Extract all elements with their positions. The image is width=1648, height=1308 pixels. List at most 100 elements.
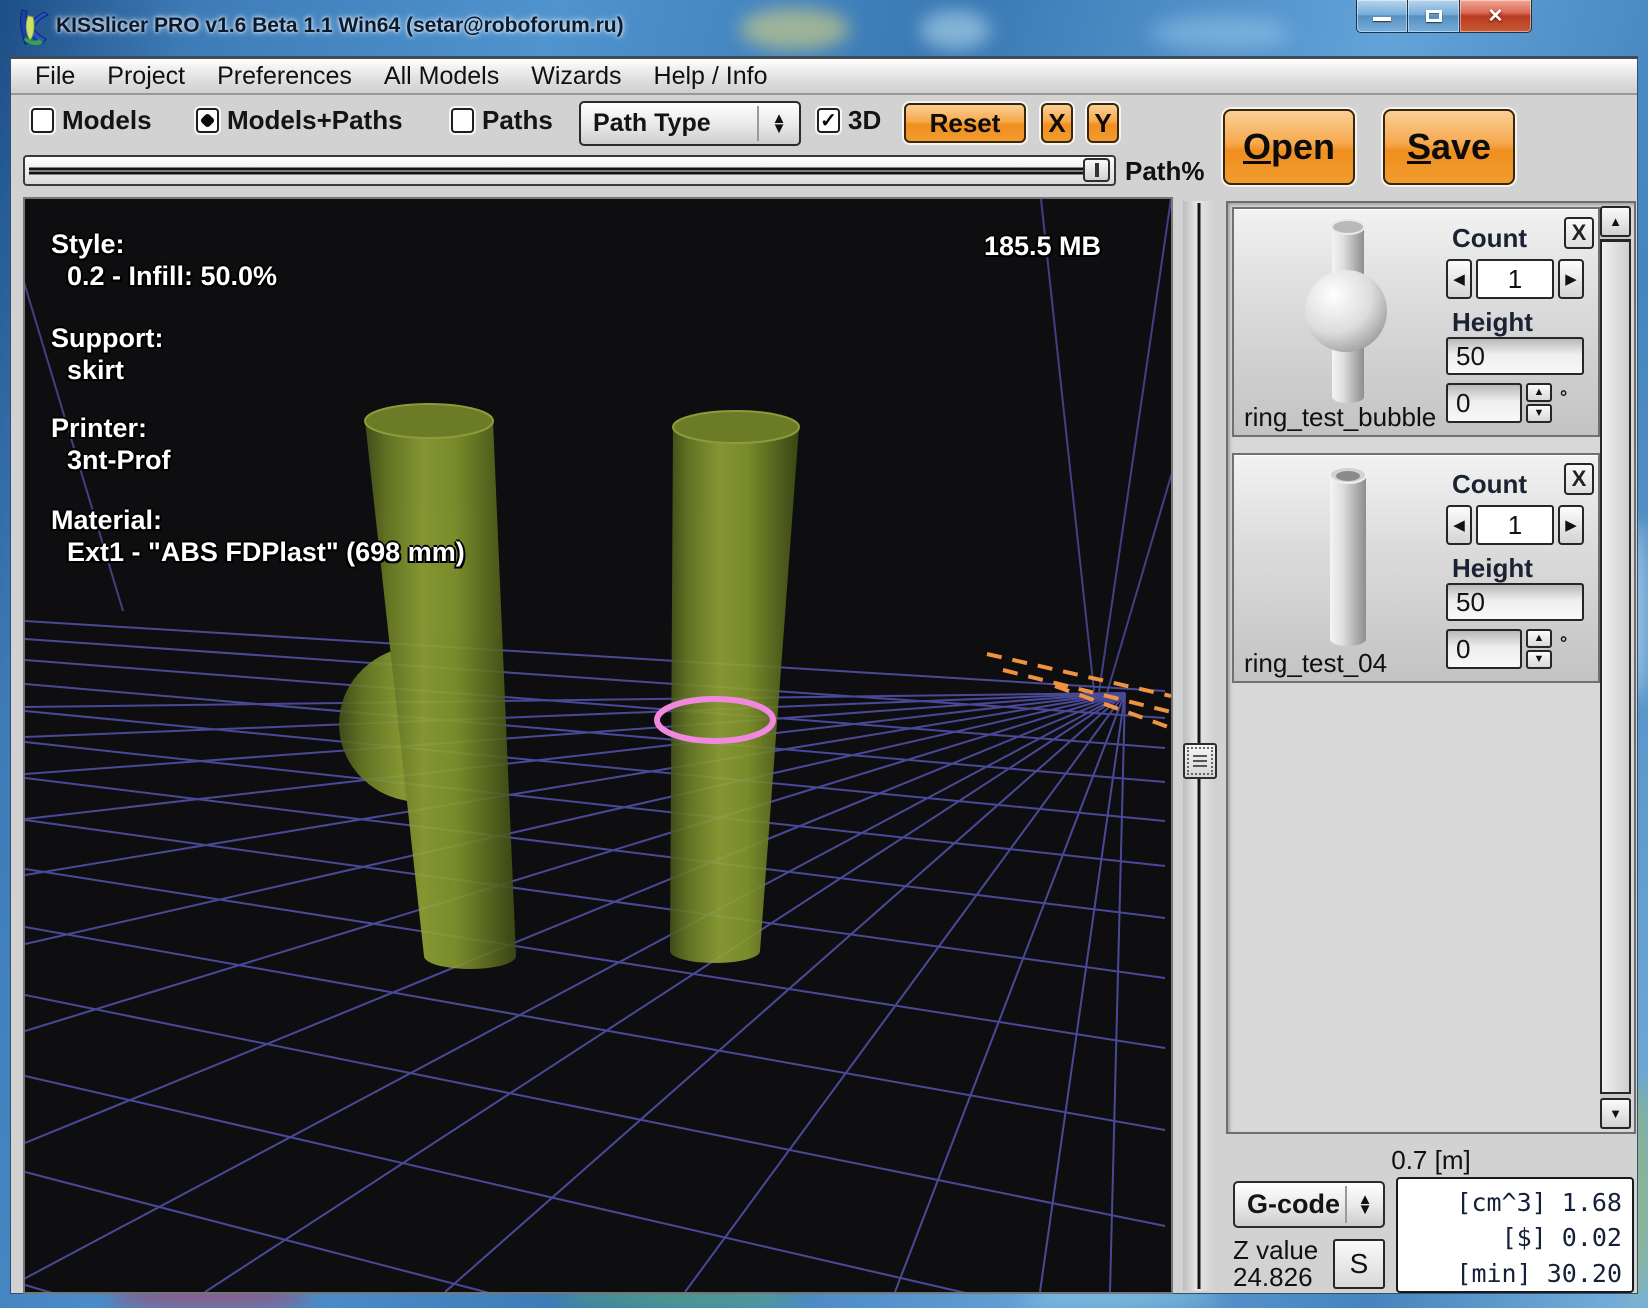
viewport-3d-scene <box>25 199 1171 1292</box>
path-percent-slider-handle[interactable] <box>1083 158 1110 182</box>
count-label: Count <box>1452 469 1527 500</box>
z-slider-handle[interactable] <box>1183 743 1217 779</box>
rotation-field[interactable]: 0 <box>1446 629 1522 669</box>
models-paths-checkbox[interactable] <box>196 108 219 133</box>
scroll-up-button[interactable]: ▲ <box>1600 206 1631 237</box>
reset-button[interactable]: Reset <box>904 103 1026 143</box>
s-button[interactable]: S <box>1333 1239 1385 1289</box>
z-value: 24.826 <box>1233 1262 1313 1293</box>
threed-checkbox-label: 3D <box>848 105 881 136</box>
model-card-ring-test-bubble[interactable]: Count X ◀ 1 ▶ Height 50 0 ▲ ▼ ° ring_tes… <box>1232 207 1600 437</box>
memory-usage: 185.5 MB <box>984 231 1101 262</box>
material-label: Material: <box>51 505 162 536</box>
threed-checkbox-row: ✓ 3D <box>817 105 881 136</box>
printer-label: Printer: <box>51 413 147 444</box>
menu-file[interactable]: File <box>19 60 91 93</box>
model-name: ring_test_bubble <box>1244 402 1436 433</box>
rotation-up-icon[interactable]: ▲ <box>1526 383 1552 402</box>
models-checkbox-row: Models <box>31 105 152 136</box>
models-paths-checkbox-row: Models+Paths <box>196 105 403 136</box>
maximize-button[interactable] <box>1408 0 1460 33</box>
model-ring-test-bubble-mesh[interactable] <box>339 404 516 969</box>
model-card-ring-test-04[interactable]: Count X ◀ 1 ▶ Height 50 0 ▲ ▼ ° ring_tes… <box>1232 453 1600 683</box>
style-label: Style: <box>51 229 125 260</box>
z-value-slider[interactable] <box>1183 201 1217 1291</box>
count-decrement-button[interactable]: ◀ <box>1446 505 1472 545</box>
scroll-down-button[interactable]: ▼ <box>1600 1098 1631 1129</box>
viewport-3d[interactable]: Style: 0.2 - Infill: 50.0% Support: skir… <box>23 197 1173 1294</box>
total-filament-length: 0.7 [m] <box>1226 1145 1636 1176</box>
menu-bar: File Project Preferences All Models Wiza… <box>11 57 1637 95</box>
path-type-dropdown[interactable]: Path Type ▲▼ <box>579 101 801 146</box>
height-label: Height <box>1452 553 1533 584</box>
minimize-icon <box>1373 17 1391 21</box>
y-axis-button[interactable]: Y <box>1087 103 1119 143</box>
paths-checkbox-row: Paths <box>451 105 553 136</box>
count-decrement-button[interactable]: ◀ <box>1446 259 1472 299</box>
printer-value: 3nt-Prof <box>67 445 171 476</box>
rotation-up-icon[interactable]: ▲ <box>1526 629 1552 648</box>
remove-model-button[interactable]: X <box>1564 217 1594 249</box>
height-field[interactable]: 50 <box>1446 583 1584 621</box>
dropdown-arrows-icon: ▲▼ <box>759 114 799 133</box>
app-window: KISSlicer PRO v1.6 Beta 1.1 Win64 (setar… <box>0 0 1648 1308</box>
title-bar[interactable]: KISSlicer PRO v1.6 Beta 1.1 Win64 (setar… <box>0 0 1648 56</box>
count-value[interactable]: 1 <box>1476 259 1554 299</box>
count-increment-button[interactable]: ▶ <box>1558 505 1584 545</box>
window-controls: ✕ <box>1356 0 1532 33</box>
gcode-dropdown[interactable]: G-code ▲▼ <box>1233 1181 1385 1228</box>
menu-all-models[interactable]: All Models <box>368 60 515 93</box>
count-label: Count <box>1452 223 1527 254</box>
check-icon: ✓ <box>820 111 837 131</box>
slider-groove <box>29 167 1110 174</box>
models-panel-scrollbar[interactable]: ▲ ▼ <box>1600 206 1631 1129</box>
print-stats-box: [cm^3] 1.68 [$] 0.02 [min] 30.20 <box>1396 1177 1634 1293</box>
window-title: KISSlicer PRO v1.6 Beta 1.1 Win64 (setar… <box>56 14 624 38</box>
rotation-spinner[interactable]: ▲ ▼ <box>1526 383 1552 423</box>
count-increment-button[interactable]: ▶ <box>1558 259 1584 299</box>
open-button[interactable]: Open <box>1223 109 1355 185</box>
dropdown-arrows-icon: ▲▼ <box>1347 1195 1383 1214</box>
model-thumbnail-bubble <box>1288 215 1408 407</box>
app-logo-icon <box>16 6 50 48</box>
path-type-dropdown-value: Path Type <box>581 109 757 138</box>
client-area: File Project Preferences All Models Wiza… <box>10 56 1638 1294</box>
floor-grid <box>25 621 1165 1292</box>
models-paths-checkbox-label: Models+Paths <box>227 105 403 136</box>
models-checkbox[interactable] <box>31 108 54 133</box>
checked-dot-icon <box>200 113 216 129</box>
menu-project[interactable]: Project <box>91 60 201 93</box>
x-axis-button[interactable]: X <box>1041 103 1073 143</box>
minimize-button[interactable] <box>1356 0 1408 33</box>
path-percent-slider[interactable] <box>23 155 1116 186</box>
close-icon: ✕ <box>1488 5 1504 28</box>
maximize-icon <box>1426 10 1442 22</box>
rotation-field[interactable]: 0 <box>1446 383 1522 423</box>
menu-help-info[interactable]: Help / Info <box>638 60 784 93</box>
count-value[interactable]: 1 <box>1476 505 1554 545</box>
support-value: skirt <box>67 355 124 386</box>
scrollbar-thumb[interactable] <box>1600 239 1631 1094</box>
menu-wizards[interactable]: Wizards <box>515 60 637 93</box>
models-panel: Count X ◀ 1 ▶ Height 50 0 ▲ ▼ ° ring_tes… <box>1226 201 1636 1134</box>
save-button[interactable]: Save <box>1383 109 1515 185</box>
threed-checkbox[interactable]: ✓ <box>817 108 840 133</box>
support-label: Support: <box>51 323 163 354</box>
model-ring-test-04-mesh[interactable] <box>670 411 799 963</box>
degree-symbol: ° <box>1560 387 1567 408</box>
paths-checkbox[interactable] <box>451 108 474 133</box>
height-label: Height <box>1452 307 1533 338</box>
rotation-spinner[interactable]: ▲ ▼ <box>1526 629 1552 669</box>
gcode-dropdown-value: G-code <box>1235 1189 1345 1220</box>
close-button[interactable]: ✕ <box>1460 0 1532 33</box>
remove-model-button[interactable]: X <box>1564 463 1594 495</box>
rotation-down-icon[interactable]: ▼ <box>1526 650 1552 669</box>
model-name: ring_test_04 <box>1244 648 1387 679</box>
height-field[interactable]: 50 <box>1446 337 1584 375</box>
style-value: 0.2 - Infill: 50.0% <box>67 261 277 292</box>
model-thumbnail-cylinder <box>1288 461 1408 653</box>
paths-checkbox-label: Paths <box>482 105 553 136</box>
rotation-down-icon[interactable]: ▼ <box>1526 404 1552 423</box>
menu-preferences[interactable]: Preferences <box>201 60 368 93</box>
material-value: Ext1 - "ABS FDPlast" (698 mm) <box>67 537 465 568</box>
